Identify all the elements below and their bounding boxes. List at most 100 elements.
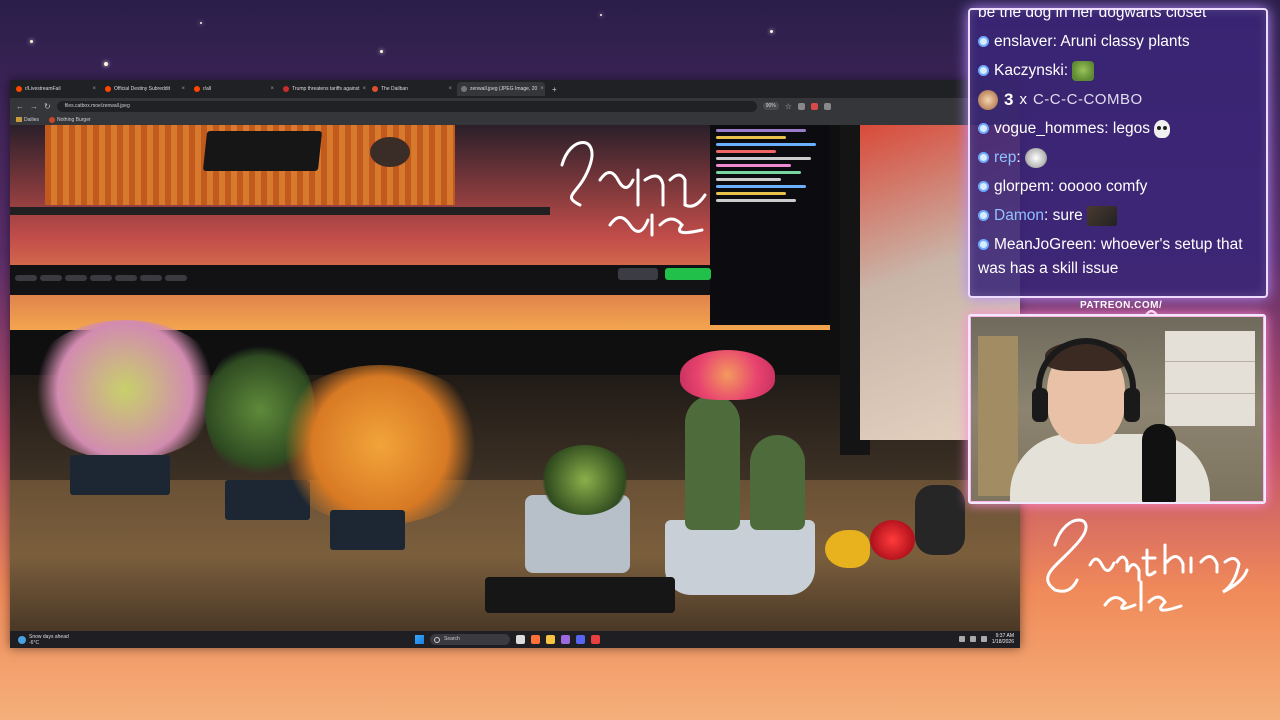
- nested-chat-panel: [710, 125, 830, 325]
- nested-gift-button: [618, 268, 658, 280]
- taskbar-app-icon[interactable]: [561, 635, 570, 644]
- microphone-icon: [1142, 424, 1176, 502]
- star-decoration: [600, 14, 602, 16]
- combo-emote-icon: [978, 90, 998, 110]
- bookmark-folder[interactable]: Dailies: [16, 117, 39, 123]
- clock-date: 1/18/2026: [991, 639, 1014, 645]
- dog-emote-icon: [1025, 147, 1048, 168]
- cactus-flower: [680, 350, 775, 400]
- close-icon[interactable]: ×: [448, 86, 452, 92]
- close-icon[interactable]: ×: [270, 86, 274, 92]
- chat-text: sure: [1052, 207, 1083, 224]
- close-icon[interactable]: ×: [181, 86, 185, 92]
- browser-tab-active[interactable]: zenwall.jpeg (JPEG Image, 20 ×: [457, 82, 545, 96]
- succulent-plant: [540, 445, 630, 515]
- browser-tab[interactable]: Trump threatens tariffs against ×: [279, 82, 367, 96]
- back-arrow-icon[interactable]: ←: [16, 102, 24, 111]
- browser-tab[interactable]: The Dailban ×: [368, 82, 456, 96]
- tray-chevron-icon[interactable]: [958, 636, 965, 642]
- nested-tag-row: [15, 275, 187, 281]
- url-field[interactable]: files.catbox.moe/zenwall.jpeg: [56, 100, 757, 112]
- stream-chat-panel: be the dog in her dogwarts closet enslav…: [968, 8, 1268, 298]
- bonsai-pot: [70, 455, 170, 495]
- chat-message: vogue_hommes: legos: [978, 117, 1258, 141]
- zoom-level-badge[interactable]: 90%: [762, 102, 779, 110]
- cam-drawers: [1165, 331, 1255, 426]
- bonsai-blossom-plant: [25, 320, 225, 460]
- windows-taskbar: Snow days ahead -6°C Search 9:37 AM 1/18…: [10, 631, 1020, 648]
- tab-favicon-icon: [105, 86, 111, 92]
- chat-bullet-icon: [978, 65, 989, 76]
- windows-logo-icon[interactable]: [415, 635, 424, 644]
- browser-tab[interactable]: r/all ×: [190, 82, 278, 96]
- reload-icon[interactable]: ↻: [44, 102, 51, 111]
- chat-message: glorpem: ooooo comfy: [978, 175, 1258, 199]
- chat-message: MeanJoGreen: whoever's setup that was ha…: [978, 236, 1243, 277]
- chat-bullet-icon: [978, 36, 989, 47]
- star-decoration: [104, 62, 108, 66]
- chat-bullet-icon: [978, 123, 989, 134]
- bookmark-label: Nothing Burger: [57, 116, 91, 123]
- extension-icon[interactable]: [823, 102, 831, 110]
- new-tab-button[interactable]: +: [546, 85, 563, 94]
- bookmark-label: Dailies: [24, 116, 40, 123]
- monitor-screen-content: [10, 125, 830, 330]
- browser-tab[interactable]: Official Destiny Subreddit ×: [101, 82, 189, 96]
- taskbar-center: Search: [415, 634, 600, 645]
- chat-bullet-icon: [978, 152, 989, 163]
- chat-username: glorpem: [994, 178, 1050, 195]
- webcam-feed: [968, 314, 1266, 504]
- star-icon[interactable]: ☆: [785, 102, 792, 111]
- tab-favicon-icon: [16, 86, 22, 92]
- weather-widget[interactable]: Snow days ahead -6°C: [10, 634, 69, 646]
- chat-text: ooooo comfy: [1058, 178, 1148, 195]
- headphone-cup: [1032, 388, 1048, 422]
- taskbar-app-icon[interactable]: [531, 635, 540, 644]
- star-decoration: [200, 22, 202, 24]
- tab-favicon-icon: [194, 86, 200, 92]
- headphone-cup: [1124, 388, 1140, 422]
- browser-tab[interactable]: r/LivestreamFail ×: [12, 82, 100, 96]
- tab-label: zenwall.jpeg (JPEG Image, 20: [470, 86, 538, 92]
- chat-username: MeanJoGreen: [994, 236, 1093, 253]
- address-bar-row: ← → ↻ files.catbox.moe/zenwall.jpeg 90% …: [10, 98, 1020, 114]
- toy-duck: [825, 530, 870, 568]
- taskbar-app-icon[interactable]: [591, 635, 600, 644]
- weather-temp: -6°C: [29, 639, 40, 646]
- taskbar-clock[interactable]: 9:37 AM 1/18/2026: [992, 633, 1014, 645]
- folder-icon: [16, 117, 22, 122]
- tab-favicon-icon: [461, 86, 467, 92]
- close-icon[interactable]: ×: [92, 86, 96, 92]
- extension-icon[interactable]: [810, 102, 818, 110]
- close-icon[interactable]: ×: [540, 86, 544, 92]
- taskbar-app-icon[interactable]: [576, 635, 585, 644]
- chat-message: rep:: [978, 146, 1258, 170]
- extension-icon[interactable]: [797, 102, 805, 110]
- red-flower: [870, 520, 915, 560]
- tray-volume-icon[interactable]: [980, 636, 987, 642]
- tray-network-icon[interactable]: [969, 636, 976, 642]
- chat-bullet-icon: [978, 210, 989, 221]
- taskbar-app-icon[interactable]: [546, 635, 555, 644]
- cactus-tall: [685, 395, 740, 530]
- displayed-photo: [10, 125, 1020, 631]
- tab-label: The Dailban: [381, 86, 408, 92]
- close-icon[interactable]: ×: [363, 86, 367, 92]
- bookmarks-bar: Dailies Nothing Burger: [10, 114, 1020, 125]
- chat-bullet-icon: [978, 181, 989, 192]
- something-else-logo-small: [560, 141, 707, 237]
- cactus-short: [750, 435, 805, 530]
- star-decoration: [770, 30, 773, 33]
- taskbar-search-box[interactable]: Search: [430, 634, 510, 645]
- photo-of-desk-mat: [45, 125, 455, 205]
- star-decoration: [380, 50, 383, 53]
- taskbar-app-icon[interactable]: [516, 635, 525, 644]
- streamer-shirt: [1010, 434, 1210, 502]
- weather-title: Snow days ahead: [29, 633, 69, 640]
- chat-message: enslaver: Aruni classy plants: [978, 30, 1258, 54]
- bookmark-item[interactable]: Nothing Burger: [49, 116, 91, 123]
- tab-label: r/LivestreamFail: [25, 86, 61, 92]
- chat-username: Kaczynski: [994, 62, 1064, 79]
- tab-label: Official Destiny Subreddit: [114, 86, 171, 92]
- forward-arrow-icon[interactable]: →: [30, 102, 38, 111]
